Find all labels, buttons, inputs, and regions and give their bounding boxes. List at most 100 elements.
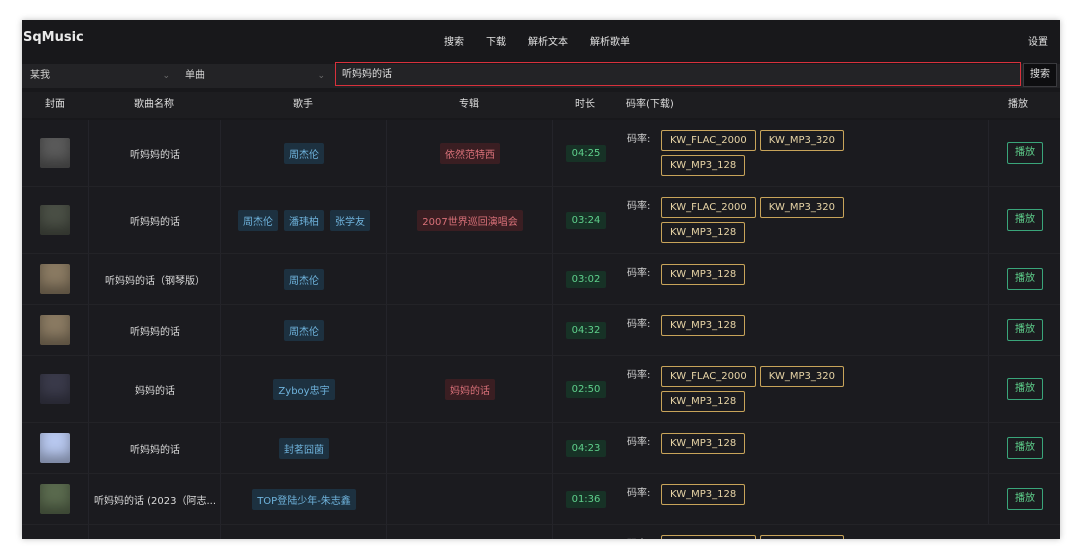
chevron-down-icon: ⌄ [317, 71, 325, 81]
album-cell: 依然范特西 [386, 120, 553, 186]
download-kw-flac-2000-button[interactable]: KW_FLAC_2000 [661, 535, 756, 539]
play-cell: 播放 [988, 305, 1060, 355]
singer-cell: 周杰伦 [220, 254, 387, 304]
play-button[interactable]: 播放 [1007, 268, 1043, 290]
singer-tag[interactable]: Zyboy忠宇 [273, 378, 335, 400]
search-input[interactable]: 听妈妈的话 [335, 62, 1021, 86]
settings-link[interactable]: 设置 [1028, 33, 1048, 48]
cover-cell [22, 356, 88, 422]
singer-tags: Zyboy忠宇 [273, 378, 335, 400]
singer-tag[interactable]: 周杰伦 [238, 209, 278, 231]
singer-tag[interactable]: 周杰伦 [284, 319, 324, 341]
download-kw-flac-2000-button[interactable]: KW_FLAC_2000 [661, 366, 756, 387]
play-button[interactable]: 播放 [1007, 378, 1043, 400]
type-select-value: 单曲 [185, 70, 205, 81]
download-kw-mp3-128-button[interactable]: KW_MP3_128 [661, 315, 746, 336]
album-cover-image [40, 484, 70, 514]
singer-tags: 周杰伦 [284, 268, 324, 290]
play-button[interactable]: 播放 [1007, 209, 1043, 231]
album-tag[interactable]: 2007世界巡回演唱会 [417, 209, 523, 231]
nav-search[interactable]: 搜索 [444, 33, 464, 48]
play-button[interactable]: 播放 [1007, 142, 1043, 164]
bitrate-buttons: KW_FLAC_2000 KW_MP3_320 KW_MP3_128 [661, 366, 861, 412]
play-button[interactable]: 播放 [1007, 488, 1043, 510]
download-kw-flac-2000-button[interactable]: KW_FLAC_2000 [661, 197, 756, 218]
singer-tags: 周杰伦 潘玮柏 张学友 [238, 209, 370, 231]
download-kw-mp3-128-button[interactable]: KW_MP3_128 [661, 433, 746, 454]
album-cover-image [40, 374, 70, 404]
singer-tag[interactable]: 张学友 [330, 209, 370, 231]
play-cell: 播放 [988, 423, 1060, 473]
nav-parse-playlist[interactable]: 解析歌单 [590, 33, 630, 48]
song-name-cell: 听妈妈的话 [88, 305, 221, 355]
download-kw-mp3-128-button[interactable]: KW_MP3_128 [661, 264, 746, 285]
download-kw-mp3-128-button[interactable]: KW_MP3_128 [661, 484, 746, 505]
header-cover: 封面 [45, 99, 65, 110]
header-singer: 歌手 [293, 99, 313, 110]
album-cover-image [40, 205, 70, 235]
duration-cell: 04:25 [552, 120, 619, 186]
singer-cell: TOP登陆少年-朱志鑫 [220, 474, 387, 524]
play-cell: 播放 [988, 254, 1060, 304]
nav-parse-text[interactable]: 解析文本 [528, 33, 568, 48]
song-name: 听妈妈的话 [130, 216, 180, 228]
bitrate-buttons: KW_MP3_128 [661, 264, 861, 285]
cover-cell [22, 120, 88, 186]
download-kw-mp3-320-button[interactable]: KW_MP3_320 [759, 535, 844, 539]
table-row: 码率: KW_FLAC_2000KW_MP3_320 [22, 525, 1060, 539]
bitrate-label: 码率: [627, 437, 651, 448]
download-kw-mp3-320-button[interactable]: KW_MP3_320 [759, 197, 844, 218]
download-kw-mp3-128-button[interactable]: KW_MP3_128 [661, 391, 746, 412]
bitrate-buttons: KW_FLAC_2000KW_MP3_320 [661, 535, 861, 539]
song-name: 听妈妈的话 [130, 149, 180, 161]
header-song-name: 歌曲名称 [134, 99, 174, 110]
nav-download[interactable]: 下载 [486, 33, 506, 48]
singer-tag[interactable]: 周杰伦 [284, 142, 324, 164]
download-kw-mp3-128-button[interactable]: KW_MP3_128 [661, 222, 746, 243]
album-tag[interactable]: 妈妈的话 [445, 378, 495, 400]
duration-tag: 04:23 [565, 439, 607, 457]
header-bitrate: 码率(下载) [626, 99, 674, 110]
header-duration: 时长 [575, 99, 595, 110]
play-cell: 播放 [988, 356, 1060, 422]
singer-tag[interactable]: 周杰伦 [284, 268, 324, 290]
song-name-cell [88, 525, 221, 539]
song-name: 听妈妈的话 (2023（阿志... [93, 495, 217, 507]
cover-cell [22, 187, 88, 253]
duration-cell: 04:32 [552, 305, 619, 355]
singer-tag[interactable]: TOP登陆少年-朱志鑫 [252, 488, 356, 510]
type-select[interactable]: 单曲 ⌄ [185, 64, 325, 88]
search-button[interactable]: 搜索 [1023, 63, 1057, 87]
play-button[interactable]: 播放 [1007, 437, 1043, 459]
table-row: 妈妈的话 Zyboy忠宇 妈妈的话 02:50 码率: KW_FLAC_2000 KW_MP… [22, 356, 1060, 423]
album-cell: 妈妈的话 [386, 356, 553, 422]
play-button[interactable]: 播放 [1007, 319, 1043, 341]
download-kw-mp3-320-button[interactable]: KW_MP3_320 [759, 366, 844, 387]
duration-cell: 01:36 [552, 474, 619, 524]
song-name-cell: 听妈妈的话（钢琴版） [88, 254, 221, 304]
singer-tag[interactable]: 封茗囧菌 [279, 437, 329, 459]
duration-tag: 03:02 [565, 270, 607, 288]
download-kw-mp3-320-button[interactable]: KW_MP3_320 [759, 130, 844, 151]
bitrate-buttons: KW_FLAC_2000 KW_MP3_320 KW_MP3_128 [661, 130, 861, 176]
singer-tags: 封茗囧菌 [279, 437, 329, 459]
album-cell [386, 254, 553, 304]
singer-tag[interactable]: 潘玮柏 [284, 209, 324, 231]
download-kw-flac-2000-button[interactable]: KW_FLAC_2000 [661, 130, 756, 151]
cover-cell [22, 423, 88, 473]
source-select[interactable]: 某我 ⌄ [30, 64, 170, 88]
table-header: 封面 歌曲名称 歌手 专辑 时长 码率(下载) 播放 [22, 92, 1060, 118]
album-cell [386, 474, 553, 524]
singer-cell: Zyboy忠宇 [220, 356, 387, 422]
duration-cell: 03:24 [552, 187, 619, 253]
singer-cell: 封茗囧菌 [220, 423, 387, 473]
song-name-cell: 听妈妈的话 [88, 187, 221, 253]
download-kw-mp3-128-button[interactable]: KW_MP3_128 [661, 155, 746, 176]
bitrate-label: 码率: [627, 201, 651, 212]
cover-cell [22, 474, 88, 524]
album-cover-image [40, 138, 70, 168]
album-cell [386, 423, 553, 473]
album-tag[interactable]: 依然范特西 [440, 142, 500, 164]
duration-tag: 04:25 [565, 144, 607, 162]
bitrate-buttons: KW_MP3_128 [661, 433, 861, 454]
